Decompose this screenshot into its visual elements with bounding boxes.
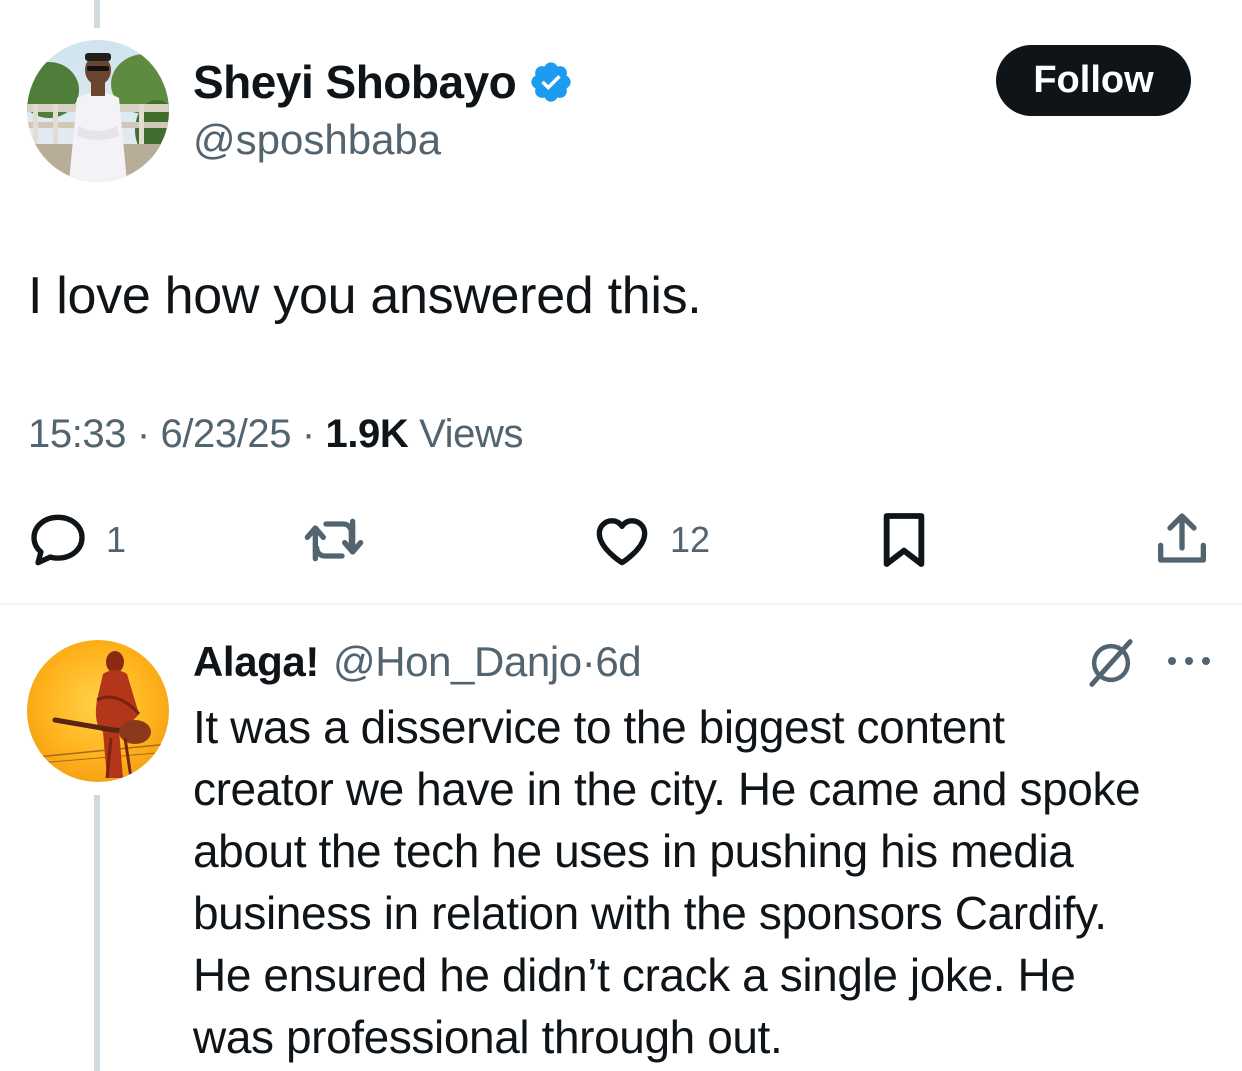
reply-header: Alaga! @Hon_Danjo · 6d: [193, 634, 642, 690]
reply-author-name[interactable]: Alaga!: [193, 638, 319, 686]
tweet-time[interactable]: 15:33: [28, 412, 127, 456]
reply-text-line: business in relation with the sponsors C…: [193, 887, 1107, 939]
share-button[interactable]: [1150, 506, 1214, 574]
tweet-date[interactable]: 6/23/25: [160, 412, 291, 456]
reply-text-line: It was a disservice to the biggest conte…: [193, 701, 1005, 753]
reply-text-line: was professional through out.: [193, 1011, 783, 1063]
reply-author-handle[interactable]: @Hon_Danjo: [333, 638, 582, 686]
thread-line: [94, 795, 100, 1071]
thread-line-top: [94, 0, 100, 28]
tweet-text: I love how you answered this.: [28, 267, 702, 325]
tweet-meta: 15:33 · 6/23/25 · 1.9K Views: [28, 412, 524, 457]
reply-text-line: He ensured he didn’t crack a single joke…: [193, 949, 1076, 1001]
reply-separator: ·: [581, 638, 596, 685]
meta-separator: ·: [136, 412, 150, 456]
grok-icon[interactable]: [1084, 636, 1138, 690]
divider: [0, 603, 1242, 605]
views-count: 1.9K: [325, 412, 409, 456]
verified-badge-icon: [531, 62, 571, 102]
like-count: 12: [670, 519, 711, 560]
share-icon: [1158, 513, 1206, 563]
follow-button[interactable]: Follow: [996, 45, 1191, 116]
reply-count: 1: [106, 519, 127, 560]
reply-text-line: about the tech he uses in pushing his me…: [193, 825, 1074, 877]
meta-separator: ·: [301, 412, 315, 456]
reply-icon: [31, 514, 85, 566]
more-icon[interactable]: [1164, 648, 1214, 674]
reply-author-avatar[interactable]: [27, 640, 169, 782]
author-handle[interactable]: @sposhbaba: [193, 116, 441, 164]
reply-button[interactable]: 1: [26, 506, 126, 574]
author-name-row[interactable]: Sheyi Shobayo: [193, 54, 574, 110]
retweet-button[interactable]: [302, 506, 366, 574]
like-button[interactable]: 12: [590, 506, 710, 574]
author-name[interactable]: Sheyi Shobayo: [193, 55, 517, 109]
reply-text: It was a disservice to the biggest conte…: [193, 696, 1233, 1068]
bookmark-button[interactable]: [872, 506, 936, 574]
bookmark-icon: [883, 513, 925, 567]
author-avatar[interactable]: [27, 40, 169, 182]
heart-icon: [596, 518, 648, 566]
reply-time[interactable]: 6d: [595, 638, 641, 686]
views-label: Views: [419, 412, 524, 456]
retweet-icon: [304, 518, 364, 562]
reply-text-line: creator we have in the city. He came and…: [193, 763, 1141, 815]
